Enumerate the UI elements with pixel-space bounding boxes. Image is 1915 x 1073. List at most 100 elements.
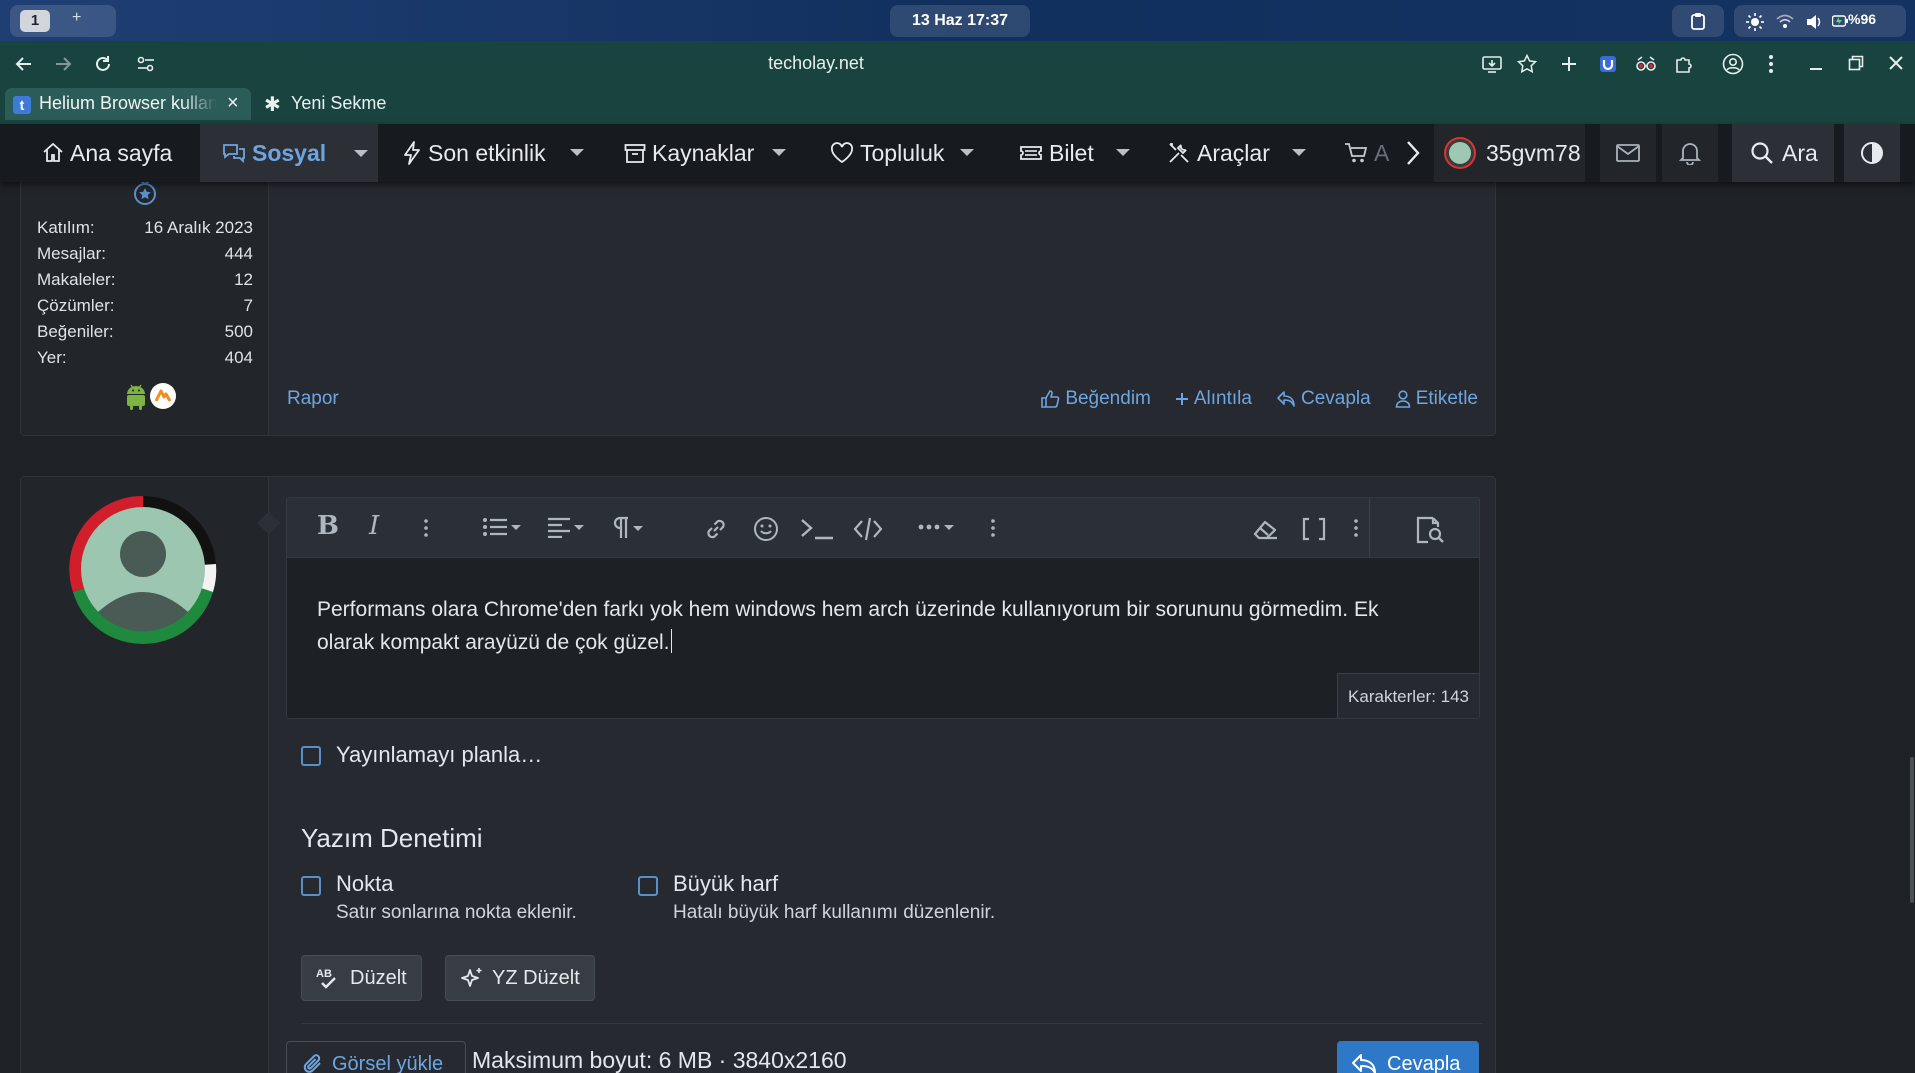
avatar xyxy=(1446,139,1474,167)
thumbs-up-icon xyxy=(1041,390,1060,408)
paragraph-icon xyxy=(613,516,628,538)
ublock-extension-icon[interactable] xyxy=(1598,54,1618,74)
minimize-icon[interactable] xyxy=(1808,56,1824,72)
sparkle-icon xyxy=(461,968,482,987)
chevron-down-icon[interactable] xyxy=(1116,149,1130,156)
fix-button[interactable]: AB Düzelt xyxy=(301,955,422,1001)
close-window-icon[interactable] xyxy=(1888,55,1904,71)
nav-shop[interactable]: A xyxy=(1344,124,1389,182)
tag-button[interactable]: Etiketle xyxy=(1395,388,1478,410)
site-navigation: Ana sayfa Sosyal Son etkinlik Kaynaklar … xyxy=(0,124,1915,182)
submit-reply-button[interactable]: Cevapla xyxy=(1337,1041,1479,1073)
tab-close-icon[interactable]: × xyxy=(227,92,239,115)
nav-ticket[interactable]: Bilet xyxy=(1019,124,1094,182)
period-checkbox[interactable] xyxy=(301,876,321,896)
fix-label: Düzelt xyxy=(350,966,407,989)
chevron-down-icon[interactable] xyxy=(354,149,369,157)
tag-label: Etiketle xyxy=(1415,388,1478,409)
stat-row: Çözümler: 7 xyxy=(37,296,253,322)
tab-yeni-sekme[interactable]: Yeni Sekme xyxy=(291,93,386,114)
tab-title: Helium Browser kullanıcı xyxy=(39,93,217,113)
chevron-right-icon[interactable] xyxy=(1404,140,1422,166)
system-tray[interactable]: %96 xyxy=(1734,5,1906,37)
report-link[interactable]: Rapor xyxy=(287,388,339,410)
menu-kebab-icon[interactable] xyxy=(1768,54,1774,74)
workspace-switcher[interactable]: 1 + xyxy=(10,5,116,37)
workspace-number[interactable]: 1 xyxy=(20,10,50,32)
preview-icon[interactable] xyxy=(1415,516,1445,544)
chevron-down-icon xyxy=(511,524,521,530)
forward-icon[interactable] xyxy=(53,54,73,74)
nav-recent-activity[interactable]: Son etkinlik xyxy=(402,124,546,182)
more-text-options-icon[interactable] xyxy=(423,518,429,538)
bookmark-star-icon[interactable] xyxy=(1517,54,1537,74)
message-editor[interactable]: B I Performans olara Chrome'den farkı yo… xyxy=(286,497,1480,719)
terminal-icon[interactable] xyxy=(800,516,834,542)
alerts-button[interactable] xyxy=(1662,124,1718,182)
schedule-label[interactable]: Yayınlamayı planla… xyxy=(336,742,542,768)
capitalization-label[interactable]: Büyük harf xyxy=(673,871,778,897)
schedule-checkbox[interactable] xyxy=(301,746,321,766)
upload-image-button[interactable]: Görsel yükle xyxy=(286,1041,466,1073)
eraser-icon[interactable] xyxy=(1251,516,1279,542)
quote-button[interactable]: Alıntıla xyxy=(1175,388,1252,410)
inbox-button[interactable] xyxy=(1600,124,1656,182)
align-button[interactable] xyxy=(547,516,584,538)
upload-size-info: Maksimum boyut: 6 MB · 3840x2160 xyxy=(472,1047,847,1073)
page-scrollbar[interactable] xyxy=(1910,757,1914,903)
install-app-icon[interactable] xyxy=(1482,54,1502,74)
address-bar[interactable]: techolay.net xyxy=(600,53,1032,74)
system-top-bar: 1 + 13 Haz 17:37 %96 xyxy=(0,0,1915,41)
nav-community[interactable]: Topluluk xyxy=(830,124,944,182)
capitalization-checkbox[interactable] xyxy=(638,876,658,896)
list-button[interactable] xyxy=(482,516,521,538)
new-tab-plus-icon[interactable] xyxy=(1560,55,1578,73)
tab-bar: t Helium Browser kullanıcı × ✱ Yeni Sekm… xyxy=(0,88,1915,124)
chevron-down-icon[interactable] xyxy=(570,149,584,156)
tab-helium-browser[interactable]: t Helium Browser kullanıcı × xyxy=(5,88,251,120)
nav-resources[interactable]: Kaynaklar xyxy=(624,124,754,182)
reload-icon[interactable] xyxy=(93,54,113,74)
glasses-extension-icon[interactable] xyxy=(1635,54,1657,74)
like-button[interactable]: Beğendim xyxy=(1040,388,1151,410)
stat-label: Çözümler: xyxy=(37,296,115,315)
restore-icon[interactable] xyxy=(1848,55,1864,71)
period-label[interactable]: Nokta xyxy=(336,871,393,897)
stat-row: Makaleler: 12 xyxy=(37,270,253,296)
nav-shop-label: A xyxy=(1374,139,1390,166)
link-icon[interactable] xyxy=(703,516,729,542)
stat-label: Beğeniler: xyxy=(37,322,114,341)
nav-social[interactable]: Sosyal xyxy=(200,124,378,182)
chevron-down-icon[interactable] xyxy=(772,149,786,156)
add-workspace-button[interactable]: + xyxy=(72,9,81,27)
editor-textarea[interactable]: Performans olara Chrome'den farkı yok he… xyxy=(317,593,1437,659)
brackets-icon[interactable] xyxy=(1301,516,1327,542)
italic-icon[interactable]: I xyxy=(369,511,379,541)
user-menu[interactable]: 35gvm78 xyxy=(1434,124,1585,182)
site-settings-icon[interactable] xyxy=(136,54,156,74)
insert-more-button[interactable] xyxy=(917,516,954,538)
nav-home[interactable]: Ana sayfa xyxy=(42,124,172,182)
more-options-icon[interactable] xyxy=(990,518,996,538)
nav-tools[interactable]: Araçlar xyxy=(1167,124,1270,182)
battery-percent: %96 xyxy=(1848,11,1877,27)
ticket-icon xyxy=(1020,146,1042,160)
reply-button[interactable]: Cevapla xyxy=(1276,388,1371,410)
ai-fix-button[interactable]: YZ Düzelt xyxy=(445,955,595,1001)
code-icon[interactable] xyxy=(853,516,883,542)
search-button[interactable]: Ara xyxy=(1732,124,1834,182)
paragraph-button[interactable] xyxy=(610,516,643,540)
profile-icon[interactable] xyxy=(1722,53,1744,75)
clipboard-button[interactable] xyxy=(1672,5,1724,37)
clock[interactable]: 13 Haz 17:37 xyxy=(890,5,1030,37)
more-options-icon[interactable] xyxy=(1353,518,1359,538)
smiley-icon[interactable] xyxy=(753,516,779,542)
chevron-down-icon[interactable] xyxy=(1292,149,1306,156)
text-cursor xyxy=(670,629,672,653)
bold-icon[interactable]: B xyxy=(317,511,339,541)
envelope-icon xyxy=(1616,144,1640,162)
theme-toggle-button[interactable] xyxy=(1844,124,1900,182)
back-icon[interactable] xyxy=(14,54,34,74)
chevron-down-icon[interactable] xyxy=(960,149,974,156)
extensions-puzzle-icon[interactable] xyxy=(1674,54,1694,74)
